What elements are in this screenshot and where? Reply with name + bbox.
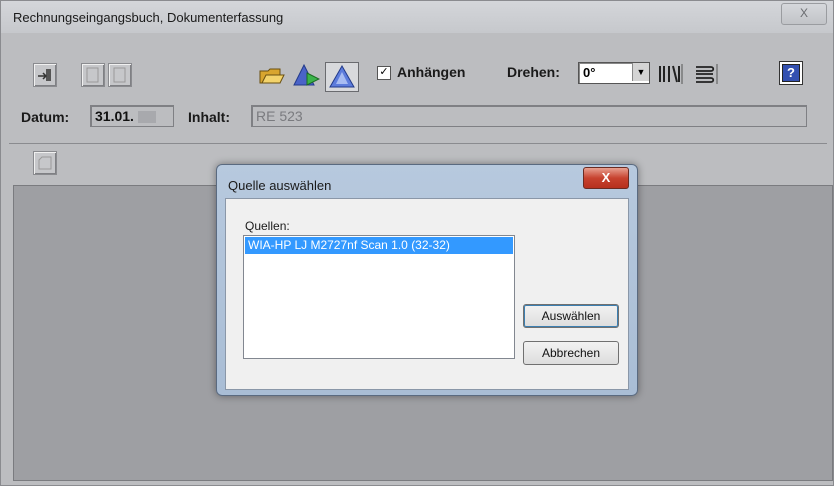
page-button-2[interactable] — [108, 63, 132, 87]
blank-page-icon — [113, 67, 126, 83]
align-button[interactable] — [693, 62, 719, 86]
lines-icon — [696, 64, 718, 84]
compare-columns-icon — [659, 64, 683, 84]
redacted-year — [137, 111, 156, 124]
content-input[interactable]: RE 523 — [251, 105, 807, 127]
help-icon: ? — [782, 64, 800, 82]
page-nav-button[interactable] — [33, 151, 57, 175]
open-folder-icon — [259, 68, 285, 84]
cancel-button[interactable]: Abbrechen — [523, 341, 619, 365]
sources-listbox[interactable]: WIA-HP LJ M2727nf Scan 1.0 (32-32) — [243, 235, 515, 359]
scan-append-button[interactable] — [292, 63, 321, 92]
page-button-1[interactable] — [81, 63, 105, 87]
dialog-close-button[interactable]: X — [583, 167, 629, 189]
exit-button[interactable] — [33, 63, 57, 87]
append-label: Anhängen — [397, 64, 466, 80]
content-label: Inhalt: — [188, 109, 230, 125]
window-close-button[interactable]: X — [781, 3, 827, 25]
scan-triangle-icon — [329, 64, 355, 88]
compare-button[interactable] — [657, 62, 685, 86]
open-folder-button[interactable] — [258, 63, 286, 92]
rotate-label: Drehen: — [507, 64, 560, 80]
window-title: Rechnungseingangsbuch, Dokumenterfassung — [13, 10, 284, 25]
separator — [9, 143, 827, 144]
toolbar: ✓ Anhängen Drehen: 0° ▼ ? — [1, 33, 833, 95]
scan-button[interactable] — [325, 62, 359, 92]
date-label: Datum: — [21, 109, 70, 125]
sources-label: Quellen: — [245, 219, 290, 233]
rotate-select[interactable]: 0° ▼ — [578, 62, 650, 84]
date-input[interactable]: 31.01. — [90, 105, 174, 127]
dialog-title: Quelle auswählen — [228, 178, 332, 193]
list-item[interactable]: WIA-HP LJ M2727nf Scan 1.0 (32-32) — [245, 237, 513, 254]
chevron-down-icon[interactable]: ▼ — [632, 63, 649, 81]
blank-page-icon — [86, 67, 99, 83]
append-checkbox[interactable]: ✓ — [377, 66, 391, 80]
exit-door-icon — [38, 69, 51, 81]
title-bar: Rechnungseingangsbuch, Dokumenterfassung… — [1, 1, 833, 33]
scan-triangle-green-arrow-icon — [293, 63, 321, 86]
page-outline-icon — [38, 156, 52, 170]
select-button[interactable]: Auswählen — [523, 304, 619, 328]
dialog-body: Quellen: WIA-HP LJ M2727nf Scan 1.0 (32-… — [225, 198, 629, 390]
help-button[interactable]: ? — [779, 61, 803, 85]
select-source-dialog: Quelle auswählen X Quellen: WIA-HP LJ M2… — [216, 164, 638, 396]
rotate-value: 0° — [583, 65, 596, 80]
date-value: 31.01. — [95, 108, 134, 124]
